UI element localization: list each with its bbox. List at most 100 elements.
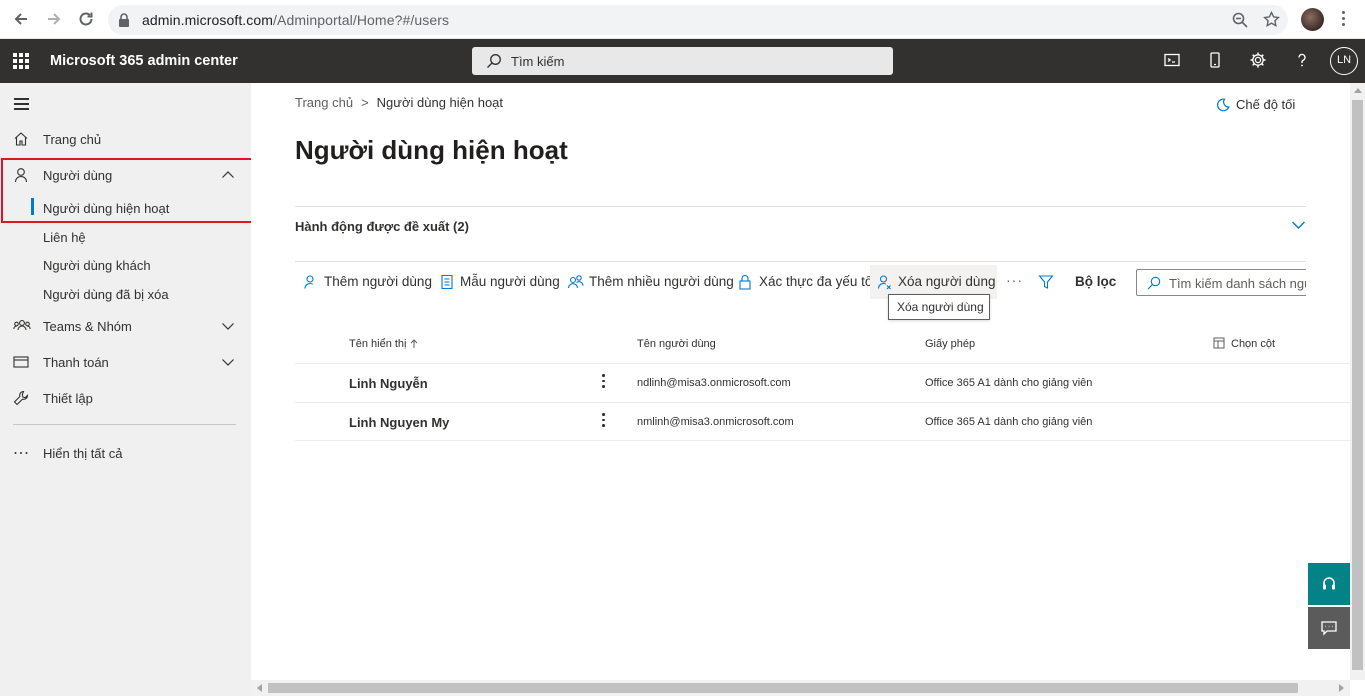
wrench-icon [13, 390, 29, 406]
nav-label-billing: Thanh toán [43, 355, 109, 370]
column-header-license[interactable]: Giấy phép [925, 338, 975, 350]
app-title[interactable]: Microsoft 365 admin center [50, 53, 238, 69]
forward-icon[interactable] [45, 10, 65, 30]
filter-button[interactable]: Bộ lọc [1075, 274, 1116, 289]
nav-label-guest-users: Người dùng khách [43, 258, 151, 273]
recommended-actions-header[interactable]: Hành động được đề xuất (2) [295, 219, 469, 234]
column-header-username[interactable]: Tên người dùng [637, 338, 716, 350]
multifactor-auth-button[interactable]: Xác thực đa yếu tố [731, 265, 872, 299]
scrollbar-thumb[interactable] [268, 683, 1298, 693]
add-person-icon [303, 274, 319, 290]
nav-divider [13, 424, 236, 425]
nav-label-setup: Thiết lập [43, 391, 93, 406]
delete-user-label: Xóa người dùng [898, 274, 996, 289]
table-divider [295, 440, 1350, 441]
user-avatar[interactable]: LN [1330, 47, 1358, 75]
scroll-right-arrow-icon[interactable] [1339, 684, 1344, 692]
nav-subitem-guest-users[interactable]: Người dùng khách [0, 251, 251, 279]
mobile-icon[interactable] [1206, 51, 1226, 71]
user-templates-label: Mẫu người dùng [460, 274, 560, 289]
help-icon[interactable] [1293, 51, 1313, 71]
delete-user-tooltip: Xóa người dùng [888, 294, 990, 320]
user-list-search-input[interactable]: Tìm kiếm danh sách người dùng [1136, 269, 1306, 296]
nav-label-home: Trang chủ [43, 132, 102, 147]
table-row[interactable]: Linh Nguyễn ndlinh@misa3.onmicrosoft.com… [295, 364, 1350, 402]
divider [295, 261, 1306, 262]
credit-card-icon [13, 354, 29, 370]
user-display-name[interactable]: Linh Nguyen My [349, 415, 449, 430]
nav-label-deleted-users: Người dùng đã bị xóa [43, 287, 169, 302]
table-row[interactable]: Linh Nguyen My nmlinh@misa3.onmicrosoft.… [295, 403, 1350, 441]
browser-profile-avatar[interactable] [1301, 8, 1324, 31]
nav-label-show-all: Hiển thị tất cả [43, 446, 123, 461]
remove-person-icon [877, 274, 893, 290]
add-multiple-users-button[interactable]: Thêm nhiều người dùng [560, 265, 734, 299]
chevron-down-icon[interactable] [1291, 220, 1306, 230]
vertical-scrollbar[interactable] [1350, 83, 1365, 680]
add-people-icon [567, 274, 585, 290]
chat-icon [1321, 621, 1337, 636]
user-display-name[interactable]: Linh Nguyễn [349, 376, 428, 391]
more-commands-button[interactable]: ··· [1006, 272, 1023, 288]
chevron-down-icon [221, 357, 235, 367]
search-icon [486, 53, 502, 69]
nav-subitem-contacts[interactable]: Liên hệ [0, 223, 251, 251]
breadcrumb-separator: > [361, 95, 369, 110]
user-principal-name: nmlinh@misa3.onmicrosoft.com [637, 416, 794, 428]
back-icon[interactable] [12, 10, 32, 30]
global-search-input[interactable]: Tìm kiếm [472, 47, 893, 75]
url-text: admin.microsoft.com/Adminportal/Home?#/u… [142, 12, 450, 28]
settings-gear-icon[interactable] [1249, 51, 1269, 71]
scrollbar-thumb[interactable] [1352, 100, 1363, 670]
moon-icon [1217, 98, 1230, 112]
help-support-button[interactable] [1308, 563, 1350, 605]
horizontal-scrollbar[interactable] [251, 680, 1350, 696]
nav-label-contacts: Liên hệ [43, 230, 86, 245]
user-license: Office 365 A1 dành cho giảng viên [925, 416, 1093, 428]
user-principal-name: ndlinh@misa3.onmicrosoft.com [637, 377, 791, 389]
user-templates-button[interactable]: Mẫu người dùng [433, 265, 560, 299]
row-more-actions-icon[interactable] [602, 413, 605, 430]
add-user-button[interactable]: Thêm người dùng [296, 265, 432, 299]
breadcrumb-home[interactable]: Trang chủ [295, 95, 353, 110]
filter-icon[interactable] [1038, 274, 1054, 290]
collapse-nav-icon[interactable] [14, 98, 29, 113]
bookmark-star-icon[interactable] [1263, 11, 1280, 28]
reload-icon[interactable] [77, 10, 97, 30]
dark-mode-label: Chế độ tối [1236, 97, 1296, 112]
feedback-button[interactable] [1308, 607, 1350, 649]
scroll-up-arrow-icon[interactable] [1354, 88, 1362, 93]
template-icon [440, 274, 454, 290]
app-launcher-icon[interactable] [13, 53, 29, 69]
main-content: Trang chủ > Người dùng hiện hoạt Chế độ tố… [251, 83, 1350, 680]
breadcrumb-current: Người dùng hiện hoạt [376, 95, 504, 110]
browser-menu-icon[interactable] [1342, 11, 1346, 29]
search-placeholder: Tìm kiếm [511, 54, 565, 69]
column-header-display-name[interactable]: Tên hiển thị [349, 338, 418, 350]
zoom-icon[interactable] [1232, 12, 1248, 28]
nav-item-show-all[interactable]: Hiển thị tất cả [0, 438, 251, 468]
dark-mode-toggle[interactable]: Chế độ tối [1216, 97, 1295, 112]
more-dots-icon [13, 445, 29, 461]
user-list-search-placeholder: Tìm kiếm danh sách người dùng [1169, 276, 1306, 291]
nav-item-billing[interactable]: Thanh toán [0, 347, 251, 377]
address-bar[interactable]: admin.microsoft.com/Adminportal/Home?#/u… [108, 5, 1288, 35]
scroll-left-arrow-icon[interactable] [257, 684, 262, 692]
nav-subitem-deleted-users[interactable]: Người dùng đã bị xóa [0, 280, 251, 308]
nav-item-setup[interactable]: Thiết lập [0, 383, 251, 413]
divider [295, 206, 1306, 207]
nav-item-home[interactable]: Trang chủ [0, 124, 251, 154]
user-license: Office 365 A1 dành cho giảng viên [925, 377, 1093, 389]
add-multiple-users-label: Thêm nhiều người dùng [589, 274, 734, 289]
headset-icon [1323, 577, 1335, 590]
browser-toolbar: admin.microsoft.com/Adminportal/Home?#/u… [0, 0, 1365, 39]
lock-icon [738, 274, 752, 290]
terminal-icon[interactable] [1163, 51, 1183, 71]
suite-header: Microsoft 365 admin center Tìm kiếm LN [0, 39, 1365, 83]
sort-ascending-icon [411, 339, 418, 348]
teams-groups-icon [13, 318, 31, 334]
row-more-actions-icon[interactable] [602, 374, 605, 391]
page-title: Người dùng hiện hoạt [295, 135, 568, 165]
choose-columns-button[interactable]: Chọn cột [1213, 337, 1275, 350]
nav-item-teams-groups[interactable]: Teams & Nhóm [0, 311, 251, 341]
